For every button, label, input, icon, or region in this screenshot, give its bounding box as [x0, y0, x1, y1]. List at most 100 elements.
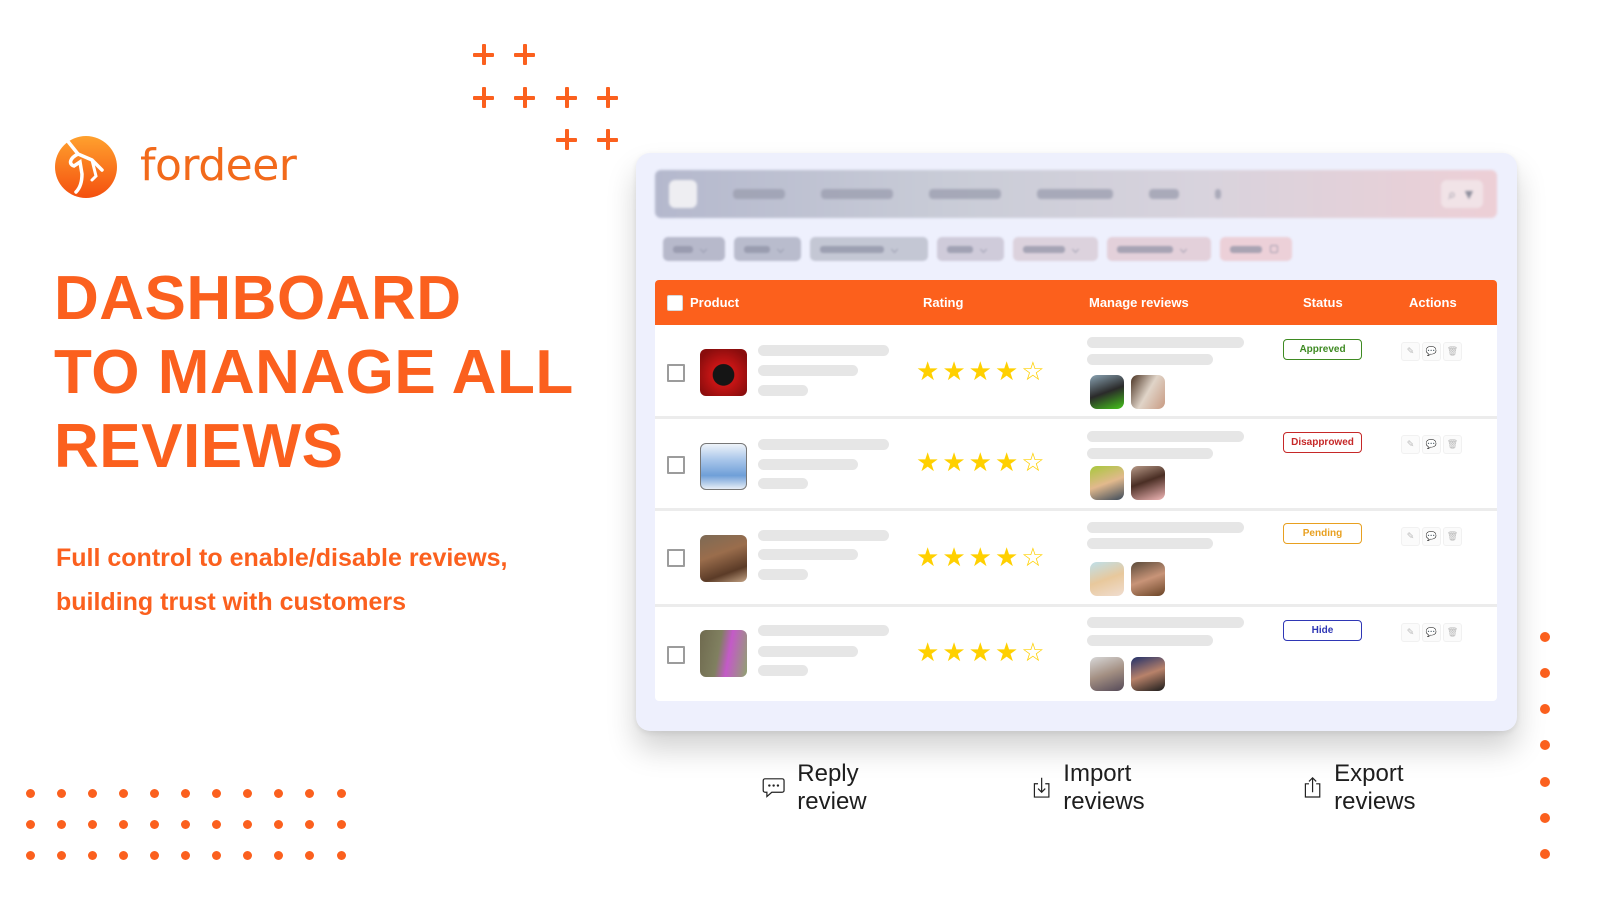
reviewer-avatar[interactable]: [1090, 562, 1124, 596]
filter-chip: [810, 237, 928, 261]
review-text-placeholder: [1087, 538, 1213, 549]
headline-line: REVIEWS: [54, 412, 344, 481]
reviewer-avatar[interactable]: [1090, 466, 1124, 500]
edit-icon[interactable]: ✎: [1402, 343, 1419, 360]
reviewer-avatar[interactable]: [1131, 562, 1165, 596]
reviewer-avatar[interactable]: [1131, 375, 1165, 409]
star-empty-icon: ☆: [1021, 448, 1048, 478]
reply-icon[interactable]: 💬: [1423, 624, 1440, 641]
select-all-checkbox[interactable]: [667, 295, 683, 311]
dot: [337, 789, 346, 798]
dot: [1540, 668, 1550, 678]
column-header-manage-reviews: Manage reviews: [1089, 295, 1189, 310]
reviewer-avatar[interactable]: [1090, 375, 1124, 409]
delete-icon[interactable]: 🗑: [1444, 343, 1461, 360]
star-filled-icon: ★: [942, 543, 969, 573]
plus-icon: [514, 87, 535, 108]
star-filled-icon: ★: [968, 448, 995, 478]
star-filled-icon: ★: [994, 543, 1022, 573]
reviews-table: Product Rating Manage reviews Status Act…: [655, 280, 1497, 701]
deer-head-logo-icon: [52, 132, 118, 198]
product-title-placeholder: [758, 345, 889, 356]
star-empty-icon: ☆: [1021, 638, 1048, 668]
status-badge[interactable]: Pending: [1283, 523, 1362, 544]
feature-export-reviews: Export reviews: [1303, 760, 1428, 816]
subtitle-line: Full control to enable/disable reviews,: [56, 544, 508, 572]
product-image[interactable]: [700, 349, 747, 396]
dot: [305, 820, 314, 829]
delete-icon[interactable]: 🗑: [1444, 624, 1461, 641]
dot: [26, 851, 35, 860]
home-icon: [669, 180, 697, 208]
nav-tab-placeholder: [1037, 189, 1113, 199]
dot: [26, 789, 35, 798]
dot: [57, 820, 66, 829]
dot: [26, 820, 35, 829]
status-badge[interactable]: Appreved: [1283, 339, 1362, 360]
filter-chip: [1220, 237, 1292, 261]
plus-icon: [556, 87, 577, 108]
feature-label: Export reviews: [1334, 760, 1416, 815]
rating-stars: ★★★★☆: [916, 359, 1048, 385]
star-filled-icon: ★: [994, 357, 1022, 387]
feature-reply-review: Reply review: [762, 760, 881, 816]
edit-icon[interactable]: ✎: [1402, 528, 1419, 545]
dot: [57, 789, 66, 798]
feature-label: Reply review: [797, 760, 867, 815]
import-icon: [1033, 777, 1050, 798]
product-title-placeholder: [758, 665, 808, 676]
row-checkbox[interactable]: [667, 364, 685, 382]
row-checkbox[interactable]: [667, 646, 685, 664]
reviewer-avatar[interactable]: [1131, 657, 1165, 691]
dot: [181, 820, 190, 829]
dot: [1540, 813, 1550, 823]
review-text-placeholder: [1087, 448, 1213, 459]
row-actions: ✎ 💬 🗑: [1402, 436, 1461, 453]
delete-icon[interactable]: 🗑: [1444, 436, 1461, 453]
dot: [243, 789, 252, 798]
star-filled-icon: ★: [942, 357, 969, 387]
edit-icon[interactable]: ✎: [1402, 624, 1419, 641]
dot: [57, 851, 66, 860]
dot: [274, 820, 283, 829]
dot: [274, 851, 283, 860]
row-checkbox[interactable]: [667, 456, 685, 474]
dot: [1540, 704, 1550, 714]
plus-icon: [473, 87, 494, 108]
delete-icon[interactable]: 🗑: [1444, 528, 1461, 545]
chat-bubble-icon: [762, 778, 785, 798]
plus-icon: [597, 87, 618, 108]
product-title-placeholder: [758, 625, 889, 636]
row-actions: ✎ 💬 🗑: [1402, 528, 1461, 545]
star-filled-icon: ★: [994, 448, 1022, 478]
product-title-placeholder: [758, 365, 858, 376]
dot: [88, 820, 97, 829]
star-empty-icon: ☆: [1021, 543, 1048, 573]
reviewer-avatar[interactable]: [1131, 466, 1165, 500]
headline-line: DASHBOARD: [54, 264, 462, 333]
dot: [212, 789, 221, 798]
reply-icon[interactable]: 💬: [1423, 343, 1440, 360]
edit-icon[interactable]: ✎: [1402, 436, 1419, 453]
reply-icon[interactable]: 💬: [1423, 436, 1440, 453]
dot: [150, 789, 159, 798]
product-image[interactable]: [700, 630, 747, 677]
dot: [150, 851, 159, 860]
product-image[interactable]: [700, 535, 747, 582]
dot: [212, 820, 221, 829]
plus-icon: [597, 129, 618, 150]
reviewer-avatar[interactable]: [1090, 657, 1124, 691]
dot: [305, 789, 314, 798]
reply-icon[interactable]: 💬: [1423, 528, 1440, 545]
status-badge[interactable]: Hide: [1283, 620, 1362, 641]
rating-stars: ★★★★☆: [916, 640, 1048, 666]
product-image[interactable]: [700, 443, 747, 490]
star-empty-icon: ☆: [1021, 357, 1048, 387]
status-badge[interactable]: Disapprowed: [1283, 432, 1362, 453]
brand-logo: fordeer: [52, 132, 297, 198]
nav-tab-placeholder: [929, 189, 1001, 199]
product-title-placeholder: [758, 530, 889, 541]
row-checkbox[interactable]: [667, 549, 685, 567]
blurred-filter-chips: [663, 237, 1292, 261]
product-title-placeholder: [758, 385, 808, 396]
